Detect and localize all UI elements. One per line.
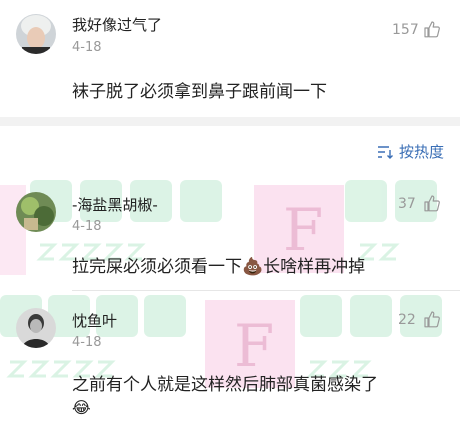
comment-date: 4-18	[72, 40, 102, 55]
avatar[interactable]	[16, 308, 56, 348]
username[interactable]: 忱鱼叶	[72, 310, 117, 331]
watermark-overlay: F F	[0, 180, 442, 388]
comment-text-part: 拉完屎必须必须看一下	[72, 257, 242, 277]
laughing-emoji: 😂	[72, 398, 91, 417]
thumbs-up-icon[interactable]	[424, 20, 440, 38]
comment-text-part: 长啥样再冲掉	[263, 257, 366, 277]
comment-text: 之前有个人就是这样然后肺部真菌感染了	[72, 375, 378, 395]
like-count: 22	[398, 312, 416, 328]
comment-date: 4-18	[72, 219, 102, 234]
thumbs-up-icon[interactable]	[424, 194, 440, 212]
sort-icon	[377, 145, 393, 159]
avatar[interactable]	[16, 192, 56, 232]
avatar-image	[16, 308, 56, 348]
avatar[interactable]	[16, 14, 56, 54]
username[interactable]: -海盐黑胡椒-	[72, 194, 158, 215]
sort-label: 按热度	[398, 143, 444, 161]
comment-text: 袜子脱了必须拿到鼻子跟前闻一下	[72, 82, 327, 102]
avatar-image	[16, 192, 56, 232]
sort-button[interactable]: 按热度	[377, 141, 444, 162]
comment-date: 4-18	[72, 335, 102, 350]
comment-text: 拉完屎必须必须看一下💩长啥样再冲掉	[72, 252, 365, 277]
comment-divider	[72, 290, 460, 291]
avatar-image	[16, 14, 56, 54]
section-divider	[0, 117, 460, 126]
username[interactable]: 我好像过气了	[72, 14, 162, 35]
poop-emoji: 💩	[242, 257, 264, 277]
like-count: 157	[392, 22, 419, 38]
thumbs-up-icon[interactable]	[424, 310, 440, 328]
like-count: 37	[398, 196, 416, 212]
